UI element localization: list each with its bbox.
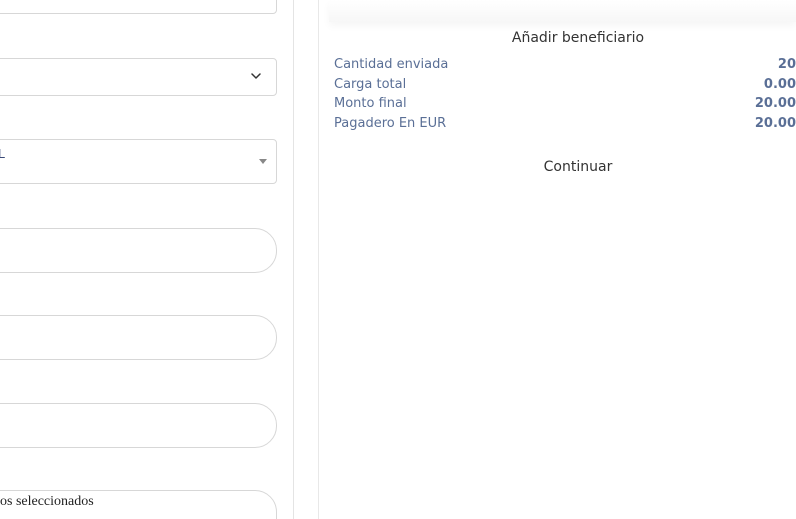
- summary-label: Cantidad enviada: [334, 57, 449, 72]
- summary-value: 20.00: [754, 116, 796, 132]
- chevron-down-icon: [251, 73, 261, 79]
- dropdown-select[interactable]: [0, 58, 277, 96]
- multi-select-placeholder: os seleccionados: [0, 494, 94, 509]
- multi-select-input[interactable]: os seleccionados: [0, 490, 277, 519]
- beneficiary-form: L os seleccionados: [0, 0, 293, 519]
- text-input-top[interactable]: [0, 0, 277, 14]
- text-input-2[interactable]: [0, 315, 277, 360]
- summary-row-amount-sent: Cantidad enviada 20: [334, 57, 796, 77]
- summary-value: 20.00: [754, 96, 796, 112]
- summary-value: 20: [777, 57, 796, 72]
- summary-label: Monto final: [334, 96, 407, 112]
- text-input-3[interactable]: [0, 403, 277, 448]
- caret-down-icon: [259, 159, 267, 164]
- summary-list: Cantidad enviada 20 Carga total 0.00 Mon…: [334, 57, 796, 136]
- panel-header-shadow: [329, 0, 796, 22]
- continue-button[interactable]: Continuar: [319, 159, 796, 175]
- summary-label: Pagadero En EUR: [334, 116, 447, 132]
- summary-row-final-amount: Monto final 20.00: [334, 96, 796, 116]
- text-input-1[interactable]: [0, 228, 277, 273]
- summary-row-payable-eur: Pagadero En EUR 20.00: [334, 116, 796, 136]
- transfer-summary-panel: Añadir beneficiario Cantidad enviada 20 …: [319, 0, 796, 519]
- page: L os seleccionados Añadir beneficiario C…: [0, 0, 796, 519]
- column-divider: [293, 0, 294, 519]
- summary-label: Carga total: [334, 76, 407, 92]
- summary-value: 0.00: [763, 76, 796, 92]
- add-beneficiary-button[interactable]: Añadir beneficiario: [319, 30, 796, 46]
- searchable-select-value: L: [0, 146, 6, 161]
- summary-row-total-fee: Carga total 0.00: [334, 77, 796, 97]
- searchable-select[interactable]: L: [0, 139, 277, 184]
